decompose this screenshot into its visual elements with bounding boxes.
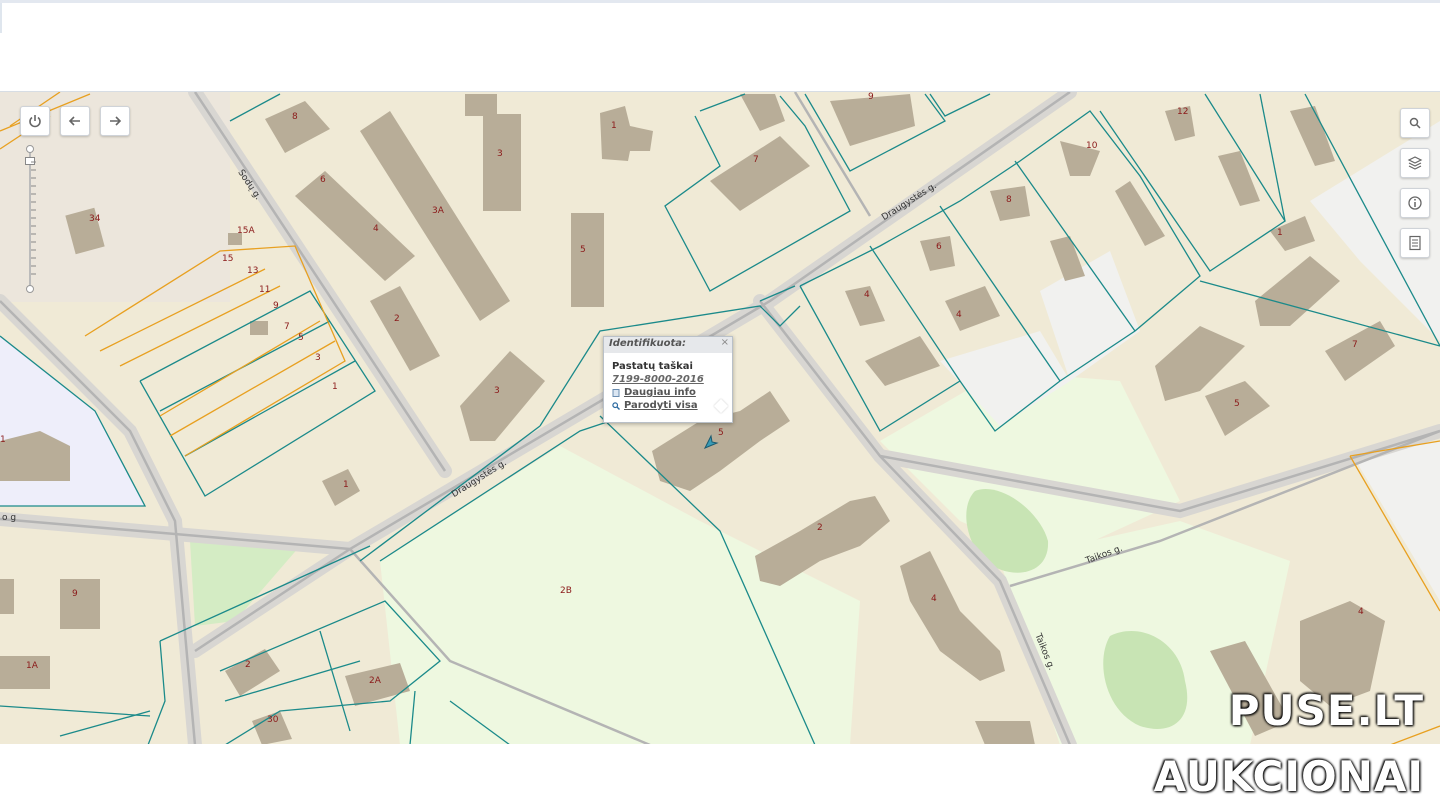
popup-header-label: Identifikuota: xyxy=(609,338,687,349)
zoom-in-end[interactable] xyxy=(26,145,34,153)
info-icon xyxy=(1408,196,1422,210)
house-number: 30 xyxy=(267,715,279,725)
close-icon[interactable]: × xyxy=(721,337,729,348)
back-button[interactable] xyxy=(60,106,90,136)
watermark-line2: AUKCIONAI xyxy=(1153,752,1424,801)
popup-object-code-link[interactable]: 7199-8000-2016 xyxy=(604,372,732,385)
street-label-taikos-v: Taikos g. xyxy=(1032,632,1057,672)
house-number: 4 xyxy=(373,224,379,234)
layers-icon xyxy=(1407,156,1423,170)
house-number: 9 xyxy=(273,301,279,311)
house-number: 5 xyxy=(1234,399,1240,409)
house-number: 34 xyxy=(89,214,101,224)
house-number: 7 xyxy=(753,155,759,165)
more-info-label: Daugiau info xyxy=(624,387,696,398)
street-label-left-edge: o g xyxy=(2,513,17,523)
house-number: 6 xyxy=(320,175,326,185)
layers-button[interactable] xyxy=(1400,148,1430,178)
house-number: 4 xyxy=(864,290,870,300)
power-button[interactable] xyxy=(20,106,50,136)
house-number: 2A xyxy=(369,676,381,686)
arrow-left-icon xyxy=(68,116,80,126)
document-icon xyxy=(612,388,620,397)
top-border xyxy=(0,0,1440,3)
top-corner-tab xyxy=(0,3,2,33)
house-number: 7 xyxy=(284,322,290,332)
watermark-line1: PUSE.LT xyxy=(1228,686,1424,735)
street-label-taikos-h: Taikos g. xyxy=(1084,543,1125,567)
house-number: 9 xyxy=(72,589,78,599)
house-number: 2B xyxy=(560,586,572,596)
power-icon xyxy=(29,115,41,128)
arrow-right-icon xyxy=(110,116,122,126)
house-number: 3 xyxy=(494,386,500,396)
street-label-draugystes-lower: Draugystės g. xyxy=(450,458,509,500)
house-number: 2 xyxy=(245,660,251,670)
popup-layer-title: Pastatų taškai xyxy=(612,361,693,372)
identify-popup: Identifikuota: × Pastatų taškai 7199-800… xyxy=(603,336,733,423)
house-number: 4 xyxy=(931,594,937,604)
house-number: 1 xyxy=(343,480,349,490)
house-number: 15A xyxy=(237,226,255,236)
house-number: 5 xyxy=(298,333,304,343)
house-number: 12 xyxy=(1177,107,1189,117)
street-label-sodu: Sodų g. xyxy=(235,168,263,202)
house-number: 1A xyxy=(26,661,38,671)
house-number: 8 xyxy=(1006,195,1012,205)
info-button[interactable] xyxy=(1400,188,1430,218)
street-label-draugystes-upper: Draugystės g. xyxy=(880,181,939,223)
house-number: 9 xyxy=(868,92,874,102)
document-list-icon xyxy=(1409,235,1421,251)
zoom-out-end[interactable] xyxy=(26,285,34,293)
house-number: 2 xyxy=(817,523,823,533)
house-number: 2 xyxy=(394,314,400,324)
popup-header: Identifikuota: × xyxy=(604,337,732,353)
house-number: 3 xyxy=(315,353,321,363)
house-number: 3 xyxy=(497,149,503,159)
house-number: 10 xyxy=(1086,141,1098,151)
more-info-link[interactable]: Daugiau info xyxy=(604,385,732,398)
forward-button[interactable] xyxy=(100,106,130,136)
house-number: 3A xyxy=(432,206,444,216)
magnifier-icon xyxy=(612,401,620,410)
location-pointer-icon xyxy=(703,434,719,450)
house-number: 1 xyxy=(611,121,617,131)
house-number: 15 xyxy=(222,254,234,264)
house-number: 13 xyxy=(247,266,259,276)
house-number: 4 xyxy=(956,310,962,320)
house-number: 1 xyxy=(1277,228,1283,238)
house-number: 11 xyxy=(259,285,271,295)
house-number: 4 xyxy=(1358,607,1364,617)
legend-button[interactable] xyxy=(1400,228,1430,258)
show-all-link[interactable]: Parodyti visa xyxy=(604,398,732,411)
search-button[interactable] xyxy=(1400,108,1430,138)
house-number: 1 xyxy=(332,382,338,392)
search-icon xyxy=(1409,117,1421,129)
house-number: 7 xyxy=(1352,340,1358,350)
house-number: 5 xyxy=(580,245,586,255)
house-number: 8 xyxy=(292,112,298,122)
house-number: 6 xyxy=(936,242,942,252)
zoom-ticks xyxy=(31,161,36,275)
house-number: 1 xyxy=(0,435,6,445)
show-all-label: Parodyti visa xyxy=(624,400,698,411)
